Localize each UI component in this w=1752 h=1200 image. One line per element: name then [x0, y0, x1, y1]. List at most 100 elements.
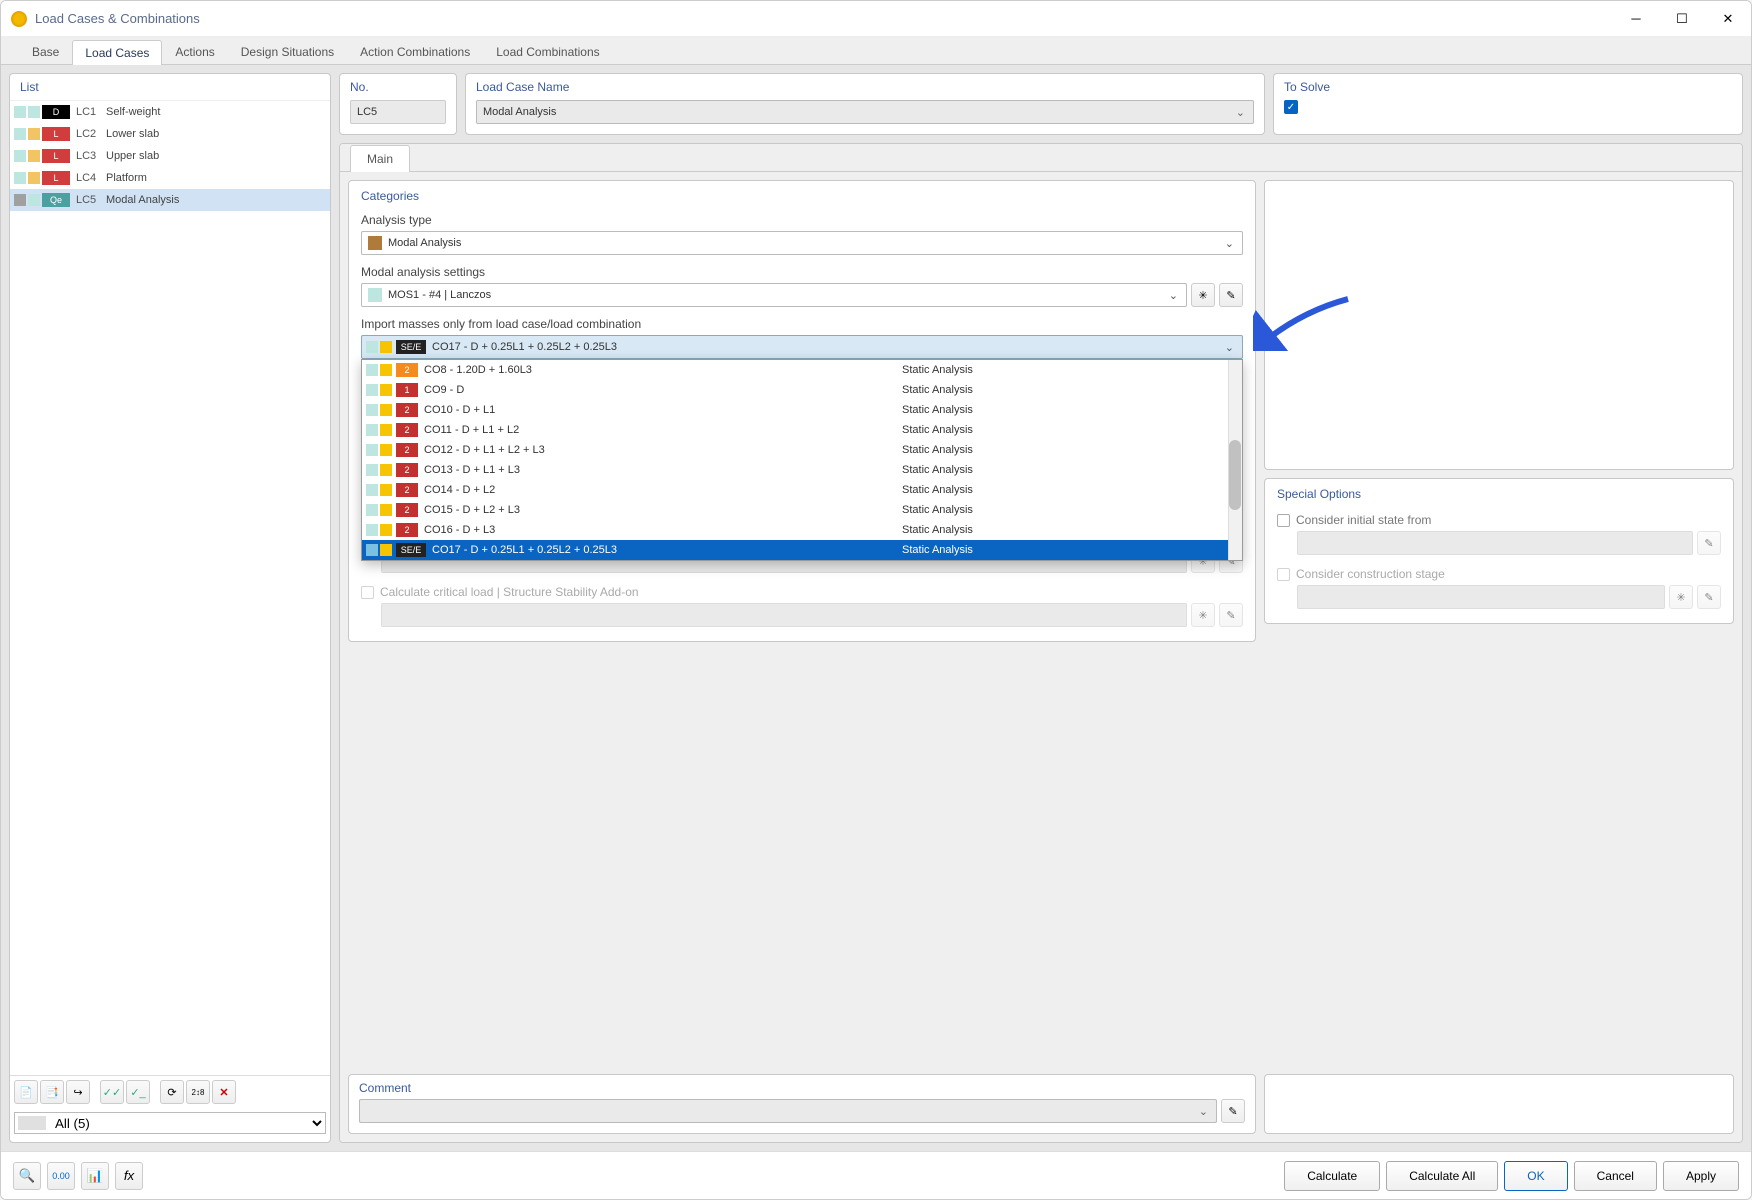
analysis-type-swatch — [368, 236, 382, 250]
dropdown-item[interactable]: SE/ECO17 - D + 0.25L1 + 0.25L2 + 0.25L3S… — [362, 540, 1242, 560]
close-button[interactable]: ✕ — [1705, 1, 1751, 37]
comment-label: Comment — [359, 1081, 1245, 1095]
construction-stage-edit: ✎ — [1697, 585, 1721, 609]
no-field[interactable]: LC5 — [350, 100, 446, 124]
minimize-button[interactable]: ─ — [1613, 1, 1659, 37]
list-panel: List DLC1Self-weightLLC2Lower slabLLC3Up… — [9, 73, 331, 1143]
filter-swatch — [18, 1116, 46, 1130]
categories-fieldset: Categories Analysis type Modal Analysis … — [348, 180, 1256, 642]
import-dropdown[interactable]: SE/E CO17 - D + 0.25L1 + 0.25L2 + 0.25L3 — [361, 335, 1243, 359]
titlebar: Load Cases & Combinations ─ ☐ ✕ — [1, 1, 1751, 37]
comment-box: Comment ✎ — [348, 1074, 1256, 1134]
dropdown-item[interactable]: 2CO13 - D + L1 + L3Static Analysis — [362, 460, 1242, 480]
app-icon — [11, 11, 27, 27]
critical-load-field — [381, 603, 1187, 627]
new-settings-button[interactable]: ✳ — [1191, 283, 1215, 307]
solve-label: To Solve — [1284, 80, 1732, 94]
dropdown-item[interactable]: 2CO11 - D + L1 + L2Static Analysis — [362, 420, 1242, 440]
refresh-button[interactable]: ⟳ — [160, 1080, 184, 1104]
center-panel: No. LC5 Load Case Name Modal Analysis To… — [339, 73, 1743, 1143]
tab-load-combinations[interactable]: Load Combinations — [483, 39, 612, 64]
dropdown-item[interactable]: 2CO12 - D + L1 + L2 + L3Static Analysis — [362, 440, 1242, 460]
special-options-title: Special Options — [1277, 487, 1721, 501]
critical-load-new: ✳ — [1191, 603, 1215, 627]
critical-load-checkbox — [361, 586, 374, 599]
top-tabs: BaseLoad CasesActionsDesign SituationsAc… — [1, 37, 1751, 65]
comment-field[interactable] — [359, 1099, 1217, 1123]
ok-button[interactable]: OK — [1504, 1161, 1567, 1191]
list-title: List — [10, 74, 330, 101]
header-row: No. LC5 Load Case Name Modal Analysis To… — [339, 73, 1743, 135]
import-dropdown-wrap: SE/E CO17 - D + 0.25L1 + 0.25L2 + 0.25L3 — [361, 335, 1243, 359]
name-label: Load Case Name — [476, 80, 1254, 94]
analysis-type-select[interactable]: Modal Analysis — [361, 231, 1243, 255]
filter-select[interactable]: All (5) — [14, 1112, 326, 1134]
modal-settings-swatch — [368, 288, 382, 302]
solve-box: To Solve ✓ — [1273, 73, 1743, 135]
initial-state-edit: ✎ — [1697, 531, 1721, 555]
name-combo[interactable]: Modal Analysis — [476, 100, 1254, 124]
list-item[interactable]: LLC4Platform — [10, 167, 330, 189]
cancel-button[interactable]: Cancel — [1574, 1161, 1657, 1191]
list-item[interactable]: LLC3Upper slab — [10, 145, 330, 167]
options-column: Special Options Consider initial state f… — [1264, 180, 1734, 1134]
tab-base[interactable]: Base — [19, 39, 72, 64]
tab-actions[interactable]: Actions — [162, 39, 227, 64]
construction-stage-checkbox — [1277, 568, 1290, 581]
tab-load-cases[interactable]: Load Cases — [72, 40, 162, 65]
renumber-button[interactable]: 2↕8 — [186, 1080, 210, 1104]
calculate-button[interactable]: Calculate — [1284, 1161, 1380, 1191]
list-item[interactable]: LLC2Lower slab — [10, 123, 330, 145]
tab-action-combinations[interactable]: Action Combinations — [347, 39, 483, 64]
main-content: Categories Analysis type Modal Analysis … — [340, 172, 1742, 1142]
tab-design-situations[interactable]: Design Situations — [228, 39, 347, 64]
units-tool[interactable]: 0.00 — [47, 1162, 75, 1190]
categories-title: Categories — [361, 189, 1243, 203]
critical-load-edit: ✎ — [1219, 603, 1243, 627]
modal-settings-select[interactable]: MOS1 - #4 | Lanczos — [361, 283, 1187, 307]
edit-settings-button[interactable]: ✎ — [1219, 283, 1243, 307]
delete-button[interactable]: ✕ — [212, 1080, 236, 1104]
initial-state-label: Consider initial state from — [1296, 513, 1431, 527]
function-tool[interactable]: fx — [115, 1162, 143, 1190]
maximize-button[interactable]: ☐ — [1659, 1, 1705, 37]
window-controls: ─ ☐ ✕ — [1613, 1, 1751, 37]
import-dropdown-list[interactable]: 2CO8 - 1.20D + 1.60L3Static Analysis1CO9… — [361, 359, 1243, 561]
construction-stage-new: ✳ — [1669, 585, 1693, 609]
dropdown-item[interactable]: 1CO9 - DStatic Analysis — [362, 380, 1242, 400]
import-masses-label: Import masses only from load case/load c… — [361, 317, 1243, 331]
graph-tool[interactable]: 📊 — [81, 1162, 109, 1190]
transfer-button[interactable]: ↪ — [66, 1080, 90, 1104]
categories-column: Categories Analysis type Modal Analysis … — [348, 180, 1256, 1134]
list-item[interactable]: DLC1Self-weight — [10, 101, 330, 123]
initial-state-checkbox[interactable] — [1277, 514, 1290, 527]
no-label: No. — [350, 80, 446, 94]
dropdown-item[interactable]: 2CO10 - D + L1Static Analysis — [362, 400, 1242, 420]
calculate-all-button[interactable]: Calculate All — [1386, 1161, 1498, 1191]
apply-button[interactable]: Apply — [1663, 1161, 1739, 1191]
inner-tab-strip: Main — [340, 144, 1742, 172]
search-tool[interactable]: 🔍 — [13, 1162, 41, 1190]
solve-checkbox[interactable]: ✓ — [1284, 100, 1298, 114]
construction-stage-field — [1297, 585, 1665, 609]
list-body[interactable]: DLC1Self-weightLLC2Lower slabLLC3Upper s… — [10, 101, 330, 1075]
construction-stage-label: Consider construction stage — [1296, 567, 1445, 581]
comment-edit-button[interactable]: ✎ — [1221, 1099, 1245, 1123]
check-all-button[interactable]: ✓✓ — [100, 1080, 124, 1104]
placeholder-box — [1264, 180, 1734, 470]
analysis-type-label: Analysis type — [361, 213, 1243, 227]
name-box: Load Case Name Modal Analysis — [465, 73, 1265, 135]
dropdown-scrollbar[interactable] — [1228, 360, 1242, 560]
dropdown-item[interactable]: 2CO16 - D + L3Static Analysis — [362, 520, 1242, 540]
critical-load-label: Calculate critical load | Structure Stab… — [380, 585, 639, 599]
copy-button[interactable]: 📑 — [40, 1080, 64, 1104]
uncheck-all-button[interactable]: ✓_ — [126, 1080, 150, 1104]
dropdown-item[interactable]: 2CO8 - 1.20D + 1.60L3Static Analysis — [362, 360, 1242, 380]
dialog-body: List DLC1Self-weightLLC2Lower slabLLC3Up… — [1, 65, 1751, 1151]
dropdown-item[interactable]: 2CO14 - D + L2Static Analysis — [362, 480, 1242, 500]
dropdown-item[interactable]: 2CO15 - D + L2 + L3Static Analysis — [362, 500, 1242, 520]
list-item[interactable]: QeLC5Modal Analysis — [10, 189, 330, 211]
tab-main[interactable]: Main — [350, 145, 410, 172]
new-button[interactable]: 📄 — [14, 1080, 38, 1104]
modal-settings-label: Modal analysis settings — [361, 265, 1243, 279]
